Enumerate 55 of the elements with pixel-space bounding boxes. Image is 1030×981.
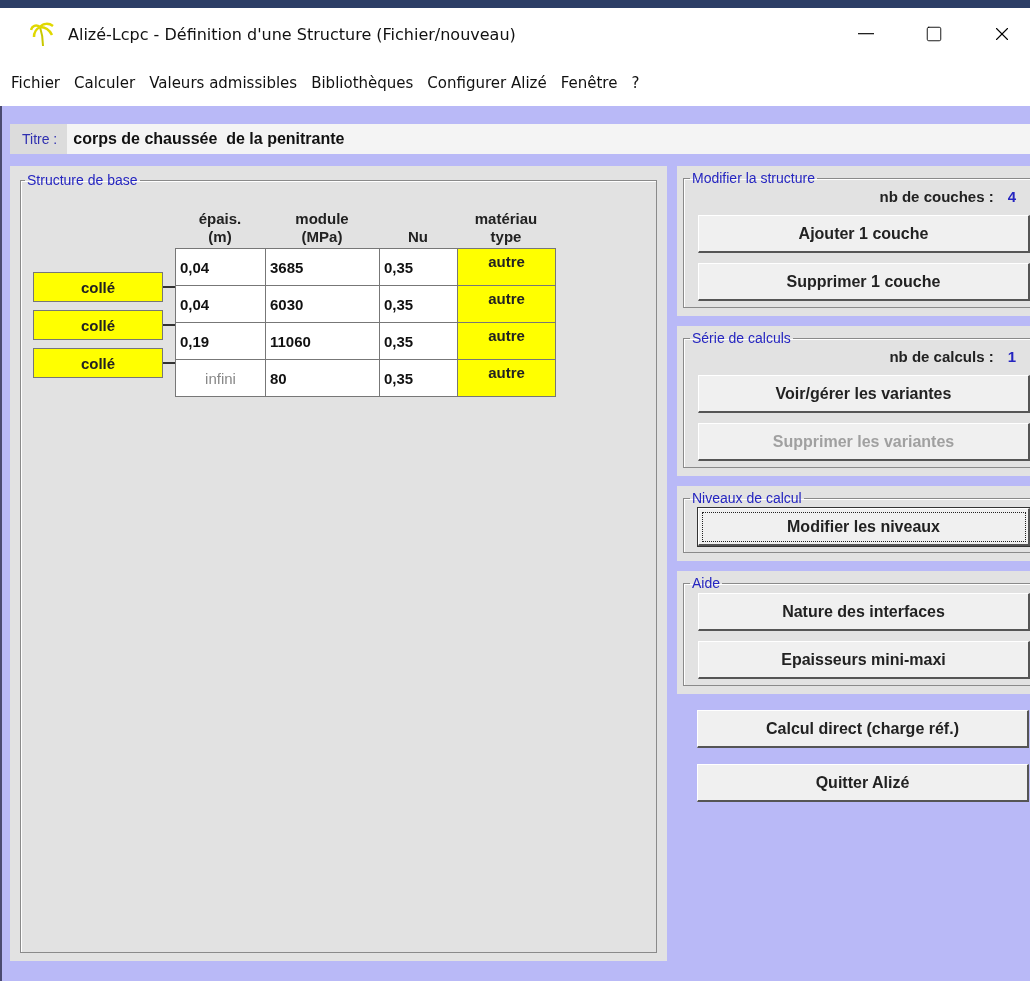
group-title: Niveaux de calcul <box>691 490 803 506</box>
interface-button[interactable]: collé <box>33 348 163 378</box>
action-button[interactable]: Voir/gérer les variantes <box>698 375 1030 413</box>
interface-button[interactable]: collé <box>33 310 163 340</box>
module-field[interactable]: 80 <box>265 359 380 397</box>
menu-item[interactable]: Calculer <box>67 74 143 92</box>
material-button[interactable]: autre <box>457 285 556 323</box>
action-button[interactable]: Nature des interfaces <box>698 593 1030 631</box>
nu-field[interactable]: 0,35 <box>379 285 458 323</box>
action-button[interactable]: Supprimer 1 couche <box>698 263 1030 301</box>
minimize-icon <box>858 33 874 35</box>
thickness-field[interactable]: 0,19 <box>175 322 266 360</box>
column-header: épais. (m) <box>197 209 243 247</box>
thickness-field[interactable]: 0,04 <box>175 248 266 286</box>
menu-item[interactable]: Fenêtre <box>553 74 625 92</box>
count-label: nb de calculs : <box>889 348 994 365</box>
action-button[interactable]: Ajouter 1 couche <box>698 215 1030 253</box>
nu-field[interactable]: 0,35 <box>379 248 458 286</box>
action-button[interactable]: Epaisseurs mini-maxi <box>698 641 1030 679</box>
material-button[interactable]: autre <box>457 322 556 360</box>
menu-item[interactable]: Bibliothèques <box>304 74 421 92</box>
interface-button[interactable]: collé <box>33 272 163 302</box>
count-value: 1 <box>1007 348 1016 365</box>
column-header: module (MPa) <box>294 209 350 247</box>
count-label: nb de couches : <box>879 188 994 205</box>
column-header: Nu <box>407 227 429 247</box>
nu-field[interactable]: 0,35 <box>379 359 458 397</box>
menu-item[interactable]: ? <box>624 74 647 92</box>
column-header: matériau type <box>473 209 539 247</box>
maximize-icon <box>925 25 943 43</box>
titre-field[interactable]: corps de chaussée de la penitrante <box>67 124 1030 154</box>
connector-line <box>163 362 175 364</box>
module-field[interactable]: 3685 <box>265 248 380 286</box>
group-title: Aide <box>691 575 722 591</box>
menu-item[interactable]: Fichier <box>4 74 68 92</box>
nu-field[interactable]: 0,35 <box>379 322 458 360</box>
action-button[interactable]: Quitter Alizé <box>697 764 1029 802</box>
count-value: 4 <box>1007 188 1016 205</box>
menu-item[interactable]: Configurer Alizé <box>420 74 554 92</box>
connector-line <box>163 324 175 326</box>
thickness-field[interactable]: 0,04 <box>175 285 266 323</box>
module-field[interactable]: 11060 <box>265 322 380 360</box>
menu-item[interactable]: Valeurs admissibles <box>142 74 305 92</box>
titre-label: Titre : <box>10 124 68 154</box>
module-field[interactable]: 6030 <box>265 285 380 323</box>
group-title: Série de calculs <box>691 330 792 346</box>
group-title: Modifier la structure <box>691 170 816 186</box>
material-button[interactable]: autre <box>457 359 556 397</box>
window-title: Alizé-Lcpc - Définition d'une Structure (Fichier/nouveau) <box>68 24 517 44</box>
group-title: Structure de base <box>26 172 139 188</box>
palm-tree-icon <box>30 21 56 47</box>
action-button[interactable]: Calcul direct (charge réf.) <box>697 710 1029 748</box>
connector-line <box>163 286 175 288</box>
material-button[interactable]: autre <box>457 248 556 286</box>
action-button[interactable]: Modifier les niveaux <box>698 508 1030 546</box>
